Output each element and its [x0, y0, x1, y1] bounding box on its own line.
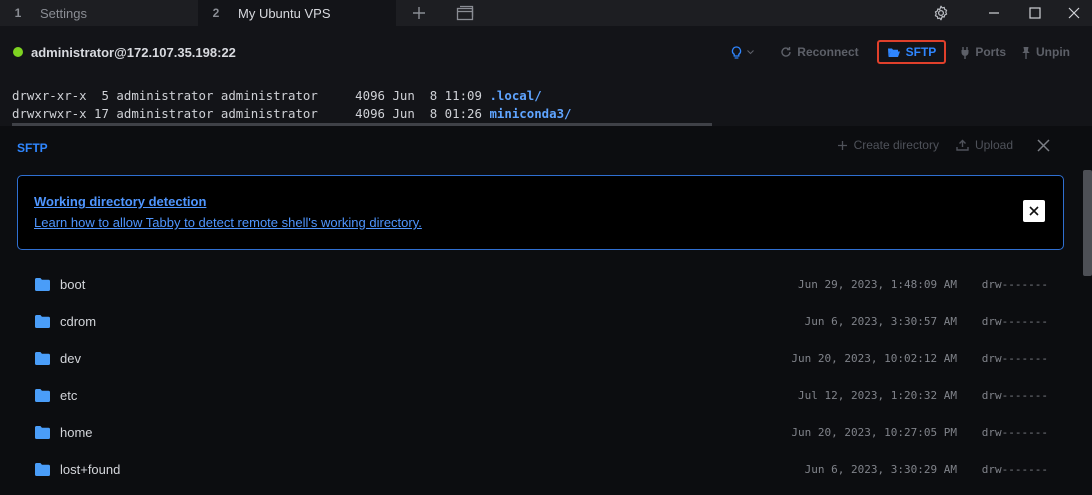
- close-icon: [1029, 206, 1039, 216]
- chevron-down-icon: [747, 49, 755, 54]
- plus-icon: [837, 140, 847, 150]
- maximize-button[interactable]: [1017, 0, 1053, 26]
- close-window-button[interactable]: [1056, 0, 1092, 26]
- minimize-button[interactable]: [976, 0, 1012, 26]
- file-name: dev: [60, 351, 81, 366]
- terminal-line: drwxrwxr-x 17 administrator administrato…: [12, 106, 572, 121]
- terminal-actions: Reconnect SFTP Ports Unpin: [731, 36, 1092, 68]
- file-row[interactable]: lost+found Jun 6, 2023, 3:30:29 AM drw--…: [17, 451, 1064, 488]
- file-modified: Jun 6, 2023, 3:30:57 AM: [804, 315, 957, 328]
- terminal-header: administrator@172.107.35.198:22 Reconnec…: [0, 36, 1092, 68]
- file-modified: Jul 12, 2023, 1:20:32 AM: [798, 389, 957, 402]
- directory-name: miniconda3/: [489, 106, 572, 121]
- sftp-scrollbar[interactable]: [1083, 170, 1092, 276]
- sftp-header: SFTP Create directory Upload: [0, 126, 1080, 170]
- file-modified: Jun 20, 2023, 10:27:05 PM: [791, 426, 957, 439]
- window-icon: [456, 5, 474, 21]
- folder-icon: [35, 426, 50, 439]
- create-directory-button[interactable]: Create directory: [837, 138, 939, 152]
- upload-label: Upload: [974, 138, 1013, 152]
- working-directory-alert: Working directory detection Learn how to…: [17, 175, 1064, 250]
- file-permissions: drw-------: [981, 315, 1048, 328]
- tab-label: Settings: [40, 5, 87, 21]
- alert-help-link[interactable]: Learn how to allow Tabby to detect remot…: [34, 215, 422, 230]
- connection-status-dot: [13, 47, 23, 57]
- file-permissions: drw-------: [981, 352, 1048, 365]
- window-layout-button[interactable]: [442, 0, 488, 26]
- file-modified: Jun 6, 2023, 3:30:29 AM: [804, 463, 957, 476]
- folder-open-icon: [887, 48, 900, 57]
- tab-number: 2: [212, 6, 220, 20]
- sftp-title: SFTP: [17, 141, 48, 155]
- file-name: lost+found: [60, 462, 121, 477]
- settings-button[interactable]: [925, 0, 957, 26]
- folder-icon: [35, 389, 50, 402]
- hints-button[interactable]: [731, 45, 755, 59]
- file-row[interactable]: dev Jun 20, 2023, 10:02:12 AM drw-------: [17, 340, 1064, 377]
- tab-settings[interactable]: 1 Settings: [0, 0, 198, 26]
- reconnect-button[interactable]: Reconnect: [780, 45, 859, 59]
- tab-number: 1: [14, 6, 22, 20]
- file-name: etc: [60, 388, 78, 403]
- file-row[interactable]: home Jun 20, 2023, 10:27:05 PM drw------…: [17, 414, 1064, 451]
- close-icon: [1037, 138, 1050, 152]
- folder-icon: [35, 352, 50, 365]
- minimize-icon: [989, 12, 999, 14]
- connection-host: administrator@172.107.35.198:22: [31, 44, 236, 60]
- close-icon: [1068, 7, 1080, 19]
- bulb-icon: [732, 45, 742, 59]
- file-permissions: drw-------: [981, 463, 1048, 476]
- file-modified: Jun 29, 2023, 1:48:09 AM: [798, 278, 957, 291]
- file-name: cdrom: [60, 314, 97, 329]
- maximize-icon: [1029, 7, 1041, 19]
- gear-icon: [934, 5, 948, 21]
- alert-title-link[interactable]: Working directory detection: [34, 194, 206, 209]
- close-sftp-button[interactable]: [1037, 138, 1050, 152]
- reconnect-label: Reconnect: [797, 45, 859, 59]
- terminal-output[interactable]: drwxr-xr-x 5 administrator administrator…: [12, 87, 572, 123]
- plug-icon: [961, 46, 969, 59]
- folder-icon: [35, 278, 50, 291]
- alert-close-button[interactable]: [1023, 200, 1045, 222]
- tab-label: My Ubuntu VPS: [238, 5, 331, 21]
- file-row[interactable]: etc Jul 12, 2023, 1:20:32 AM drw-------: [17, 377, 1064, 414]
- create-directory-label: Create directory: [853, 138, 939, 152]
- sftp-button[interactable]: SFTP: [876, 40, 947, 64]
- terminal-line: drwxr-xr-x 5 administrator administrator…: [12, 88, 542, 103]
- sftp-panel: SFTP Create directory Upload Working dir…: [0, 126, 1092, 495]
- file-row[interactable]: cdrom Jun 6, 2023, 3:30:57 AM drw-------: [17, 303, 1064, 340]
- sftp-toolbar: Create directory Upload: [820, 138, 1050, 152]
- file-name: boot: [60, 277, 86, 292]
- folder-icon: [35, 463, 50, 476]
- upload-button[interactable]: Upload: [956, 138, 1013, 152]
- unpin-label: Unpin: [1036, 45, 1070, 59]
- reconnect-icon: [781, 47, 791, 57]
- ports-label: Ports: [975, 45, 1006, 59]
- unpin-button[interactable]: Unpin: [1021, 45, 1070, 59]
- ports-button[interactable]: Ports: [960, 45, 1006, 59]
- sftp-label: SFTP: [905, 45, 937, 59]
- file-permissions: drw-------: [981, 278, 1048, 291]
- directory-name: .local/: [489, 88, 542, 103]
- tab-bar: 1 Settings 2 My Ubuntu VPS: [0, 0, 1092, 26]
- new-tab-button[interactable]: [396, 0, 442, 26]
- file-name: home: [60, 425, 93, 440]
- file-list: boot Jun 29, 2023, 1:48:09 AM drw-------…: [17, 266, 1064, 488]
- upload-icon: [956, 139, 969, 151]
- plus-icon: [413, 7, 425, 19]
- folder-icon: [35, 315, 50, 328]
- pin-icon: [1022, 46, 1030, 59]
- file-row[interactable]: boot Jun 29, 2023, 1:48:09 AM drw-------: [17, 266, 1064, 303]
- file-permissions: drw-------: [981, 389, 1048, 402]
- tab-my-ubuntu-vps[interactable]: 2 My Ubuntu VPS: [198, 0, 396, 26]
- file-modified: Jun 20, 2023, 10:02:12 AM: [791, 352, 957, 365]
- file-permissions: drw-------: [981, 426, 1048, 439]
